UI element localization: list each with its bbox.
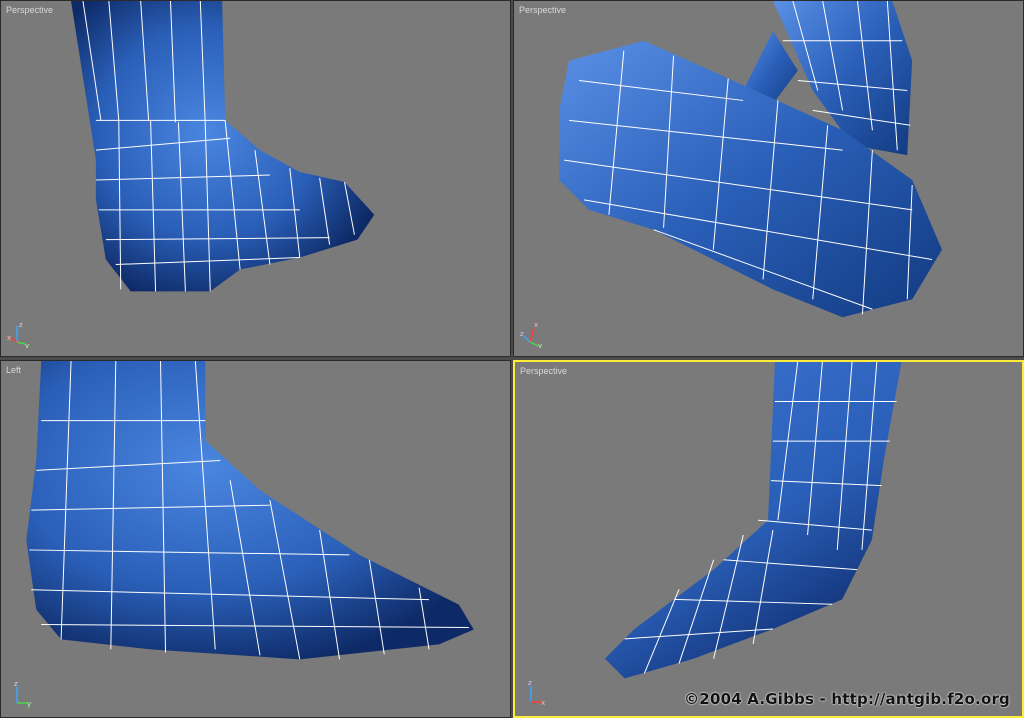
viewport-bottom-left[interactable]: Left z y [0,360,511,718]
viewport-label[interactable]: Left [6,365,21,375]
axis-z-label: z [528,679,532,687]
foot-mesh-perspective-active [604,362,902,679]
viewport-label[interactable]: Perspective [6,5,53,15]
axis-tripod-icon: x z y [520,321,542,348]
axis-y-label: y [27,700,31,708]
axis-z-label: z [19,321,23,329]
axis-y-label: y [538,342,542,348]
axis-z-label: z [14,680,18,688]
axis-tripod-icon: z x [528,679,545,707]
axis-tripod-icon: z y [14,680,31,708]
axis-tripod-icon: z x y [7,321,29,348]
foot-mesh-left [26,361,474,660]
copyright-watermark: ©2004 A.Gibbs - http://antgib.f2o.org [684,690,1010,708]
axis-x-label: x [541,699,545,707]
viewport-bottom-right-active[interactable]: Perspective z x ©2004 A.Gibbs - http://a… [513,360,1024,718]
axis-y-label: y [25,342,29,348]
viewport-top-left[interactable]: Perspective z x y [0,0,511,357]
axis-z-label: z [520,330,524,338]
viewport-top-right[interactable]: Perspective x z y [513,0,1024,357]
viewport-label[interactable]: Perspective [519,5,566,15]
axis-x-label: x [534,321,538,329]
foot-mesh-side [71,1,375,292]
foot-mesh-perspective [559,1,943,318]
max-viewport-layout: Perspective z x y Perspective x z y Left… [0,0,1024,718]
axis-x-label: x [7,334,11,342]
viewport-label[interactable]: Perspective [520,366,567,376]
